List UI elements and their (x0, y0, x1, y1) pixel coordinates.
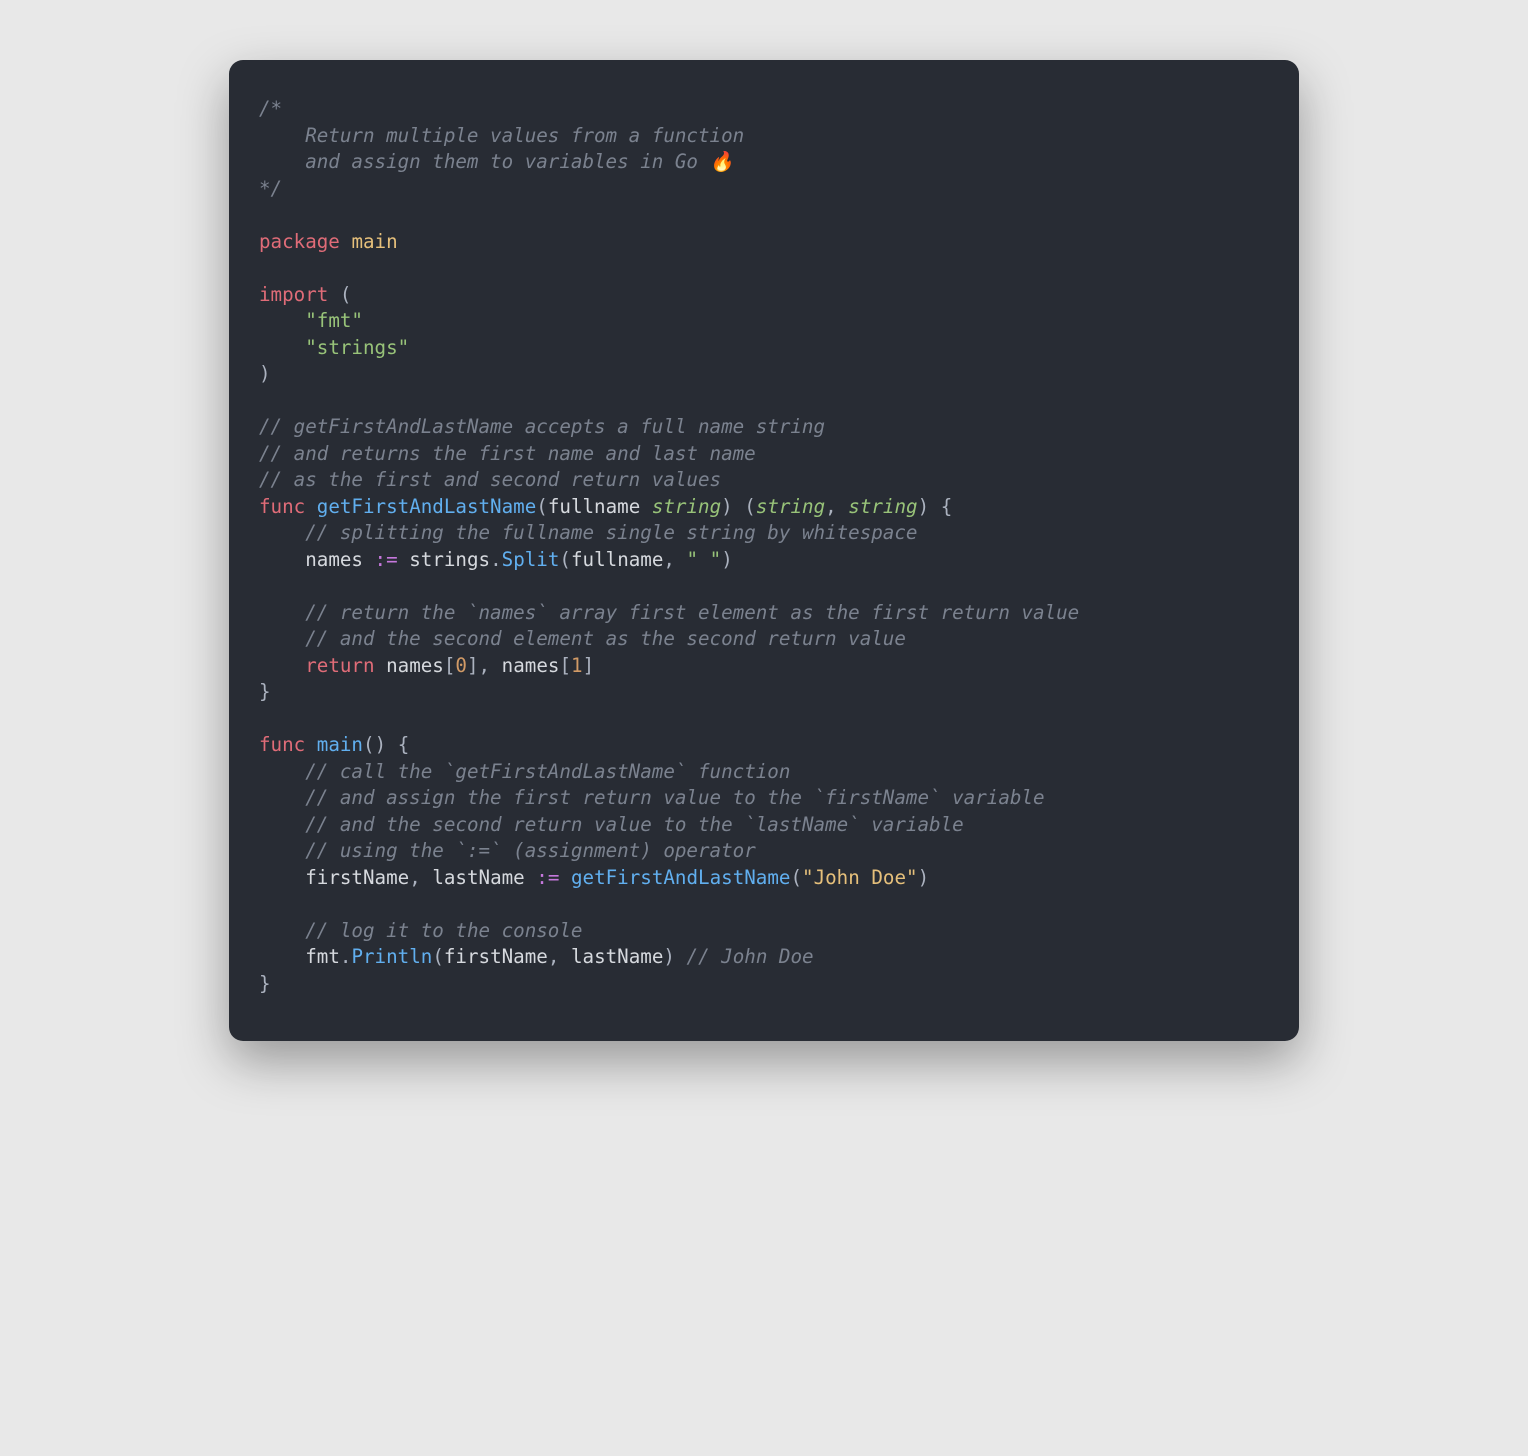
keyword-import: import (259, 283, 328, 306)
paren-open: ( (432, 945, 444, 968)
func-main: main (317, 733, 363, 756)
brace-open: { (941, 495, 953, 518)
comment-line: // getFirstAndLastName accepts a full na… (259, 415, 825, 438)
comment-line: // and returns the first name and last n… (259, 442, 756, 465)
paren-open: ( (536, 495, 548, 518)
func-name: getFirstAndLastName (317, 495, 537, 518)
comment-line: and assign them to variables in Go 🔥 (259, 150, 733, 173)
brace-close: } (259, 972, 271, 995)
comment-line: // as the first and second return values (259, 468, 721, 491)
ident-lastname: lastName (432, 866, 524, 889)
brace-open: { (398, 733, 410, 756)
keyword-func: func (259, 733, 305, 756)
keyword-package: package (259, 230, 340, 253)
param-name: fullname (548, 495, 640, 518)
paren-close: ) (918, 866, 930, 889)
paren-close: ) (721, 548, 733, 571)
paren-close: ) (259, 362, 271, 385)
bracket-close: ] (583, 654, 595, 677)
paren-open: ( (559, 548, 571, 571)
paren-close: ) (663, 945, 675, 968)
paren-open: ( (790, 866, 802, 889)
keyword-return: return (305, 654, 374, 677)
comment-line: // and the second element as the second … (305, 627, 906, 650)
ident-names: names (305, 548, 363, 571)
comment-block-close: */ (259, 177, 282, 200)
comment-line: // call the `getFirstAndLastName` functi… (305, 760, 790, 783)
ident-strings: strings (409, 548, 490, 571)
call-getfl: getFirstAndLastName (571, 866, 791, 889)
call-split: Split (502, 548, 560, 571)
comma: , (663, 548, 675, 571)
comment-line: // return the `names` array first elemen… (305, 601, 1079, 624)
brace-close: } (259, 680, 271, 703)
ident-fullname: fullname (571, 548, 663, 571)
ident-firstname: firstName (444, 945, 548, 968)
import-strings: "strings" (305, 336, 409, 359)
ident-names: names (502, 654, 560, 677)
op-decl: := (375, 548, 398, 571)
comment-block-open: /* (259, 97, 282, 120)
num-1: 1 (571, 654, 583, 677)
comma: , (548, 945, 560, 968)
comma: , (479, 654, 491, 677)
comment-line: // and the second return value to the `l… (305, 813, 963, 836)
comment-line: // splitting the fullname single string … (305, 521, 917, 544)
string-johndoe: "John Doe" (802, 866, 918, 889)
paren-close: ) (918, 495, 930, 518)
code-block: /* Return multiple values from a functio… (259, 96, 1269, 997)
paren-open: ( (363, 733, 375, 756)
comma: , (825, 495, 837, 518)
comment-line: // and assign the first return value to … (305, 786, 1044, 809)
code-card: /* Return multiple values from a functio… (229, 60, 1299, 1041)
ident-firstname: firstName (305, 866, 409, 889)
ident-fmt: fmt (305, 945, 340, 968)
bracket-open: [ (559, 654, 571, 677)
paren-open: ( (744, 495, 756, 518)
paren-open: ( (340, 283, 352, 306)
type-string: string (652, 495, 721, 518)
keyword-func: func (259, 495, 305, 518)
comment-line: // using the `:=` (assignment) operator (305, 839, 756, 862)
bracket-open: [ (444, 654, 456, 677)
type-string: string (756, 495, 825, 518)
dot: . (490, 548, 502, 571)
comment-line: // log it to the console (305, 919, 582, 942)
comment-line: Return multiple values from a function (259, 124, 744, 147)
ident-lastname: lastName (571, 945, 663, 968)
package-name: main (351, 230, 397, 253)
bracket-close: ] (467, 654, 479, 677)
ident-names: names (386, 654, 444, 677)
call-println: Println (351, 945, 432, 968)
num-0: 0 (455, 654, 467, 677)
dot: . (340, 945, 352, 968)
type-string: string (848, 495, 917, 518)
paren-close: ) (721, 495, 733, 518)
string-space: " " (687, 548, 722, 571)
comma: , (409, 866, 421, 889)
paren-close: ) (375, 733, 387, 756)
comment-line: // John Doe (687, 945, 814, 968)
import-fmt: "fmt" (305, 309, 363, 332)
op-decl: := (536, 866, 559, 889)
